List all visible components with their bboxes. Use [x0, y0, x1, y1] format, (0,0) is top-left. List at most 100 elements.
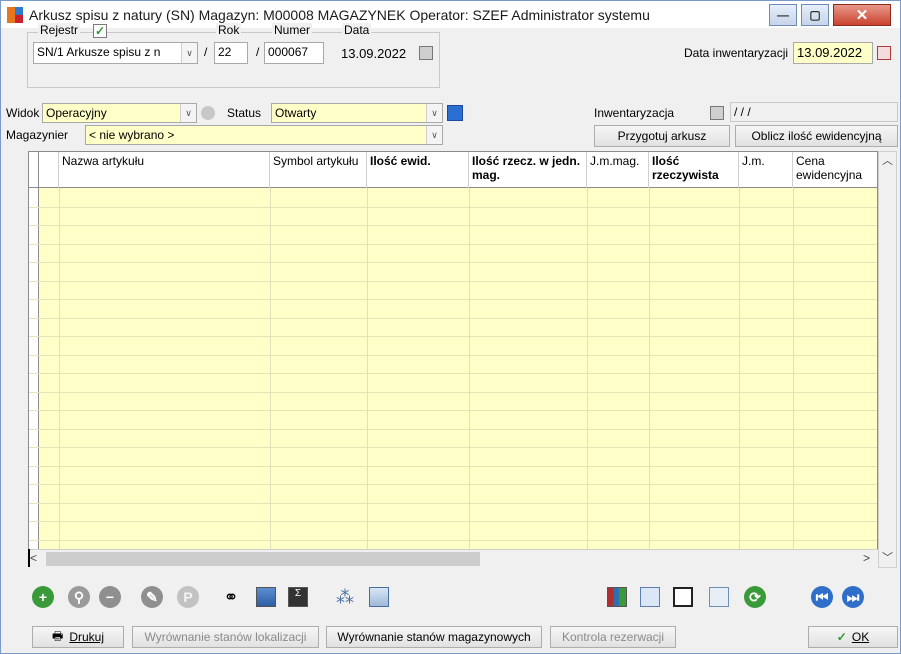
column-jm-mag[interactable]: J.m.mag. [587, 152, 649, 188]
rejestr-checkbox[interactable]: ✓ [93, 24, 107, 38]
data-inwentaryzacji-input[interactable]: 13.09.2022 [793, 42, 873, 64]
oblicz-ilosc-button[interactable]: Oblicz ilość ewidencyjną [735, 125, 898, 147]
p-icon[interactable]: P [176, 585, 200, 609]
numer-input[interactable]: 000067 [264, 42, 324, 64]
column-nazwa[interactable]: Nazwa artykułu [59, 152, 270, 188]
calendar-icon[interactable] [419, 46, 433, 60]
przygotuj-arkusz-button[interactable]: Przygotuj arkusz [594, 125, 730, 147]
numer-value: 000067 [268, 45, 309, 59]
scroll-thumb[interactable] [46, 552, 480, 566]
ok-button[interactable]: ✓ OK [808, 626, 898, 648]
grid-column-blank [39, 152, 59, 188]
table-row[interactable] [29, 225, 877, 226]
chevron-down-icon: ∨ [426, 126, 442, 144]
table-row[interactable] [29, 373, 877, 374]
oblicz-ilosc-label: Oblicz ilość ewidencyjną [751, 129, 882, 143]
table-row[interactable] [29, 244, 877, 245]
table-row[interactable] [29, 484, 877, 485]
edit-icon[interactable]: ✎ [140, 585, 164, 609]
chevron-down-icon: ∨ [180, 104, 196, 122]
drukuj-button[interactable]: 🖶 Drukuj [32, 626, 124, 648]
wyrownanie-magazynowych-button[interactable]: Wyrównanie stanów magazynowych [326, 626, 542, 648]
column-cena[interactable]: Cena ewidencyjna [793, 152, 877, 188]
scroll-right-icon[interactable]: > [863, 551, 870, 565]
prev-icon[interactable]: ⏮ [810, 585, 834, 609]
table-row[interactable] [29, 281, 877, 282]
view-icon[interactable]: ⚲ [67, 585, 91, 609]
data-value: 13.09.2022 [341, 46, 407, 61]
inwentaryzacja-input[interactable]: / / / [730, 102, 898, 122]
column-label: Ilość ewid. [370, 154, 431, 168]
calc-table-icon[interactable] [254, 585, 278, 609]
column-ilosc-rzecz-mag[interactable]: Ilość rzecz. w jedn. mag. [469, 152, 587, 188]
column-symbol[interactable]: Symbol artykułu [270, 152, 367, 188]
table-row[interactable] [29, 521, 877, 522]
binoculars-icon[interactable]: ⚭ [219, 585, 243, 609]
document-icon[interactable] [638, 585, 662, 609]
add-icon[interactable]: + [31, 585, 55, 609]
grid-rows [29, 188, 877, 559]
horizontal-scrollbar[interactable]: < > [28, 549, 878, 568]
next-icon[interactable]: ⏭ [841, 585, 865, 609]
rejestr-select[interactable]: SN/1 Arkusze spisu z n ∨ [33, 42, 198, 64]
column-ilosc-rzeczywista[interactable]: Ilość rzeczywista [649, 152, 739, 188]
table-row[interactable] [29, 318, 877, 319]
table-row[interactable] [29, 299, 877, 300]
lookup-icon[interactable] [710, 106, 724, 120]
sum-icon[interactable]: Σ [286, 585, 310, 609]
remove-icon[interactable]: − [98, 585, 122, 609]
table-row[interactable] [29, 429, 877, 430]
table-row[interactable] [29, 410, 877, 411]
chevron-down-icon: ∨ [426, 104, 442, 122]
rejestr-value: SN/1 Arkusze spisu z n [37, 45, 161, 59]
table-row[interactable] [29, 355, 877, 356]
wyrownanie-lokalizacji-label: Wyrównanie stanów lokalizacji [144, 630, 307, 644]
magazynier-select[interactable]: < nie wybrano > ∨ [85, 125, 443, 145]
grid-header: Nazwa artykułu Symbol artykułu Ilość ewi… [29, 152, 877, 188]
calendar-icon[interactable] [877, 46, 891, 60]
close-icon: ✕ [855, 7, 869, 24]
table-row[interactable] [29, 540, 877, 541]
export-icon[interactable] [367, 585, 391, 609]
kontrola-rezerwacji-button[interactable]: Kontrola rezerwacji [550, 626, 676, 648]
status-select[interactable]: Otwarty ∨ [271, 103, 443, 123]
widok-select[interactable]: Operacyjny ∨ [42, 103, 197, 123]
save-icon[interactable] [671, 585, 695, 609]
status-dot-icon [201, 106, 215, 120]
column-ilosc-ewid[interactable]: Ilość ewid. [367, 152, 469, 188]
vertical-scrollbar[interactable]: ︿ ﹀ [878, 151, 897, 568]
refresh-icon[interactable]: ⟳ [743, 585, 767, 609]
rok-label: Rok [216, 23, 242, 37]
list-icon[interactable] [447, 105, 463, 121]
kontrola-rezerwacji-label: Kontrola rezerwacji [561, 630, 665, 644]
table-row[interactable] [29, 503, 877, 504]
check-icon: ✓ [836, 630, 847, 644]
maximize-button[interactable]: ▢ [801, 4, 829, 26]
copy-icon[interactable] [707, 585, 731, 609]
minimize-button[interactable]: — [769, 4, 797, 26]
column-label: J.m.mag. [590, 154, 640, 168]
table-row[interactable] [29, 466, 877, 467]
widok-label: Widok [6, 106, 40, 120]
przygotuj-arkusz-label: Przygotuj arkusz [617, 129, 707, 143]
group-icon[interactable]: ⁂ [333, 585, 357, 609]
column-jm[interactable]: J.m. [739, 152, 793, 188]
chevron-down-icon: ∨ [181, 43, 197, 63]
scroll-up-icon[interactable]: ︿ [879, 152, 896, 170]
table-row[interactable] [29, 262, 877, 263]
wyrownanie-magazynowych-label: Wyrównanie stanów magazynowych [337, 630, 531, 644]
wyrownanie-lokalizacji-button[interactable]: Wyrównanie stanów lokalizacji [132, 626, 319, 648]
close-button[interactable]: ✕ [833, 4, 891, 26]
scroll-left-icon[interactable]: < [30, 551, 37, 565]
scroll-down-icon[interactable]: ﹀ [879, 549, 896, 567]
chart-icon[interactable] [605, 585, 629, 609]
rok-input[interactable]: 22 [214, 42, 248, 64]
rejestr-label: Rejestr [38, 23, 81, 37]
column-label: J.m. [742, 154, 765, 168]
table-row[interactable] [29, 336, 877, 337]
drukuj-label: Drukuj [69, 630, 104, 644]
table-row[interactable] [29, 392, 877, 393]
table-row[interactable] [29, 447, 877, 448]
table-row[interactable] [29, 207, 877, 208]
items-grid[interactable]: Nazwa artykułu Symbol artykułu Ilość ewi… [28, 151, 878, 568]
